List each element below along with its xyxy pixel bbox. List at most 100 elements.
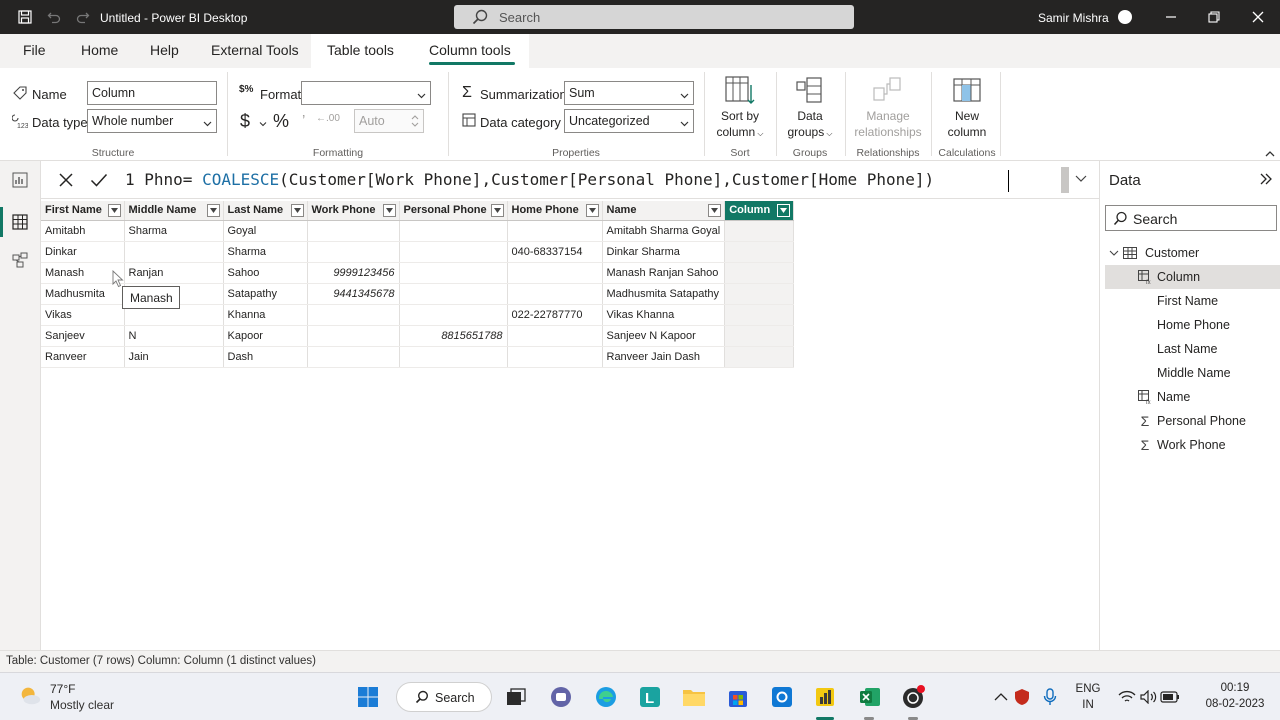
model-view-icon[interactable] [10, 250, 30, 270]
table-cell[interactable]: Dinkar Sharma [602, 241, 726, 263]
table-cell[interactable] [307, 220, 400, 242]
column-header-column[interactable]: Column [724, 201, 795, 221]
currency-button[interactable]: $ [240, 111, 250, 132]
filter-dropdown-icon[interactable] [382, 204, 396, 217]
sort-by-column-button[interactable]: Sort by column ⌵ [710, 74, 770, 142]
title-search-box[interactable]: Search [454, 5, 854, 29]
table-cell[interactable]: Madhusmita Satapathy [602, 283, 726, 305]
expand-formula-icon[interactable] [1075, 172, 1087, 187]
table-cell[interactable] [124, 241, 224, 263]
table-cell[interactable] [724, 304, 795, 326]
data-type-select[interactable]: Whole number [87, 109, 217, 133]
field-name[interactable]: fx Name [1100, 385, 1280, 409]
start-icon[interactable] [356, 685, 380, 709]
new-column-button[interactable]: New column [937, 74, 997, 140]
data-category-select[interactable]: Uncategorized [564, 109, 694, 133]
collapse-ribbon-icon[interactable] [1265, 147, 1275, 161]
field-home-phone[interactable]: Home Phone [1100, 313, 1280, 337]
column-header-first-name[interactable]: First Name [41, 201, 125, 221]
file-explorer-icon[interactable] [682, 685, 706, 709]
decimal-places-icon[interactable]: ←.00 [316, 113, 340, 124]
table-cell[interactable] [724, 241, 795, 263]
table-cell[interactable] [724, 220, 795, 242]
filter-dropdown-icon[interactable] [290, 204, 304, 217]
table-cell[interactable]: Ranveer [41, 346, 125, 368]
power-bi-icon[interactable] [813, 685, 837, 709]
column-header-work-phone[interactable]: Work Phone [307, 201, 400, 221]
table-cell[interactable]: Khanna [223, 304, 308, 326]
battery-icon[interactable] [1158, 685, 1182, 709]
table-cell[interactable] [307, 304, 400, 326]
table-cell[interactable]: Vikas [41, 304, 125, 326]
filter-dropdown-icon[interactable] [206, 204, 220, 217]
redo-icon[interactable] [74, 8, 92, 26]
table-cell[interactable] [399, 283, 508, 305]
language-primary[interactable]: ENG [1068, 683, 1108, 695]
tab-file[interactable]: File [13, 34, 56, 68]
data-pane-search[interactable]: Search [1105, 205, 1277, 231]
table-cell[interactable] [507, 325, 603, 347]
commit-formula-icon[interactable] [87, 168, 111, 192]
restore-icon[interactable] [1206, 9, 1222, 25]
tab-help[interactable]: Help [140, 34, 189, 68]
table-cell[interactable] [399, 262, 508, 284]
table-cell[interactable]: Amitabh Sharma Goyal [602, 220, 726, 242]
table-cell[interactable]: Amitabh [41, 220, 125, 242]
obs-icon[interactable] [902, 685, 926, 709]
table-cell[interactable]: 9441345678 [307, 283, 400, 305]
field-personal-phone[interactable]: Σ Personal Phone [1100, 409, 1280, 433]
save-icon[interactable] [16, 8, 34, 26]
data-groups-button[interactable]: Data groups ⌵ [780, 74, 840, 142]
teams-chat-icon[interactable] [549, 685, 573, 709]
column-header-last-name[interactable]: Last Name [223, 201, 308, 221]
table-cell[interactable] [507, 262, 603, 284]
chevron-down-icon[interactable] [1106, 245, 1122, 261]
table-cell[interactable] [399, 346, 508, 368]
summarization-select[interactable]: Sum [564, 81, 694, 105]
table-cell[interactable]: Sanjeev [41, 325, 125, 347]
table-cell[interactable]: 040-68337154 [507, 241, 603, 263]
close-icon[interactable] [1250, 9, 1266, 25]
table-cell[interactable]: 9999123456 [307, 262, 400, 284]
user-name[interactable]: Samir Mishra [1038, 11, 1109, 25]
table-cell[interactable]: Satapathy [223, 283, 308, 305]
outlook-icon[interactable] [770, 685, 794, 709]
table-cell[interactable] [507, 346, 603, 368]
filter-dropdown-icon[interactable] [708, 204, 722, 217]
table-view-icon[interactable] [10, 212, 30, 232]
table-cell[interactable] [307, 241, 400, 263]
store-icon[interactable] [726, 685, 750, 709]
avatar[interactable] [1118, 10, 1132, 24]
format-select[interactable] [301, 81, 431, 105]
excel-icon[interactable] [858, 685, 882, 709]
table-cell[interactable] [399, 241, 508, 263]
filter-dropdown-icon[interactable] [107, 204, 121, 217]
table-cell[interactable]: 022-22787770 [507, 304, 603, 326]
microphone-icon[interactable] [1038, 685, 1062, 709]
tab-home[interactable]: Home [71, 34, 128, 68]
field-work-phone[interactable]: Σ Work Phone [1100, 433, 1280, 457]
table-cell[interactable] [724, 346, 795, 368]
column-header-middle-name[interactable]: Middle Name [124, 201, 224, 221]
decimal-places-input[interactable]: Auto [354, 109, 424, 133]
manage-relationships-button[interactable]: Manage relationships [850, 74, 926, 140]
table-cell[interactable]: Kapoor [223, 325, 308, 347]
field-first-name[interactable]: First Name [1100, 289, 1280, 313]
table-cell[interactable]: Jain [124, 346, 224, 368]
field-last-name[interactable]: Last Name [1100, 337, 1280, 361]
task-view-icon[interactable] [504, 685, 528, 709]
table-cell[interactable] [399, 220, 508, 242]
table-cell[interactable]: Sanjeev N Kapoor [602, 325, 726, 347]
defender-icon[interactable] [1010, 685, 1034, 709]
minimize-icon[interactable] [1163, 9, 1179, 25]
table-cell[interactable] [724, 283, 795, 305]
field-middle-name[interactable]: Middle Name [1100, 361, 1280, 385]
comma-style-icon[interactable]: ’ [302, 112, 305, 129]
filter-dropdown-icon[interactable] [585, 204, 599, 217]
clock-time[interactable]: 00:19 [1192, 682, 1278, 694]
table-cell[interactable] [507, 220, 603, 242]
weather-icon[interactable] [18, 683, 42, 707]
table-cell[interactable] [307, 346, 400, 368]
edge-icon[interactable] [594, 685, 618, 709]
field-column[interactable]: fx Column [1105, 265, 1280, 289]
